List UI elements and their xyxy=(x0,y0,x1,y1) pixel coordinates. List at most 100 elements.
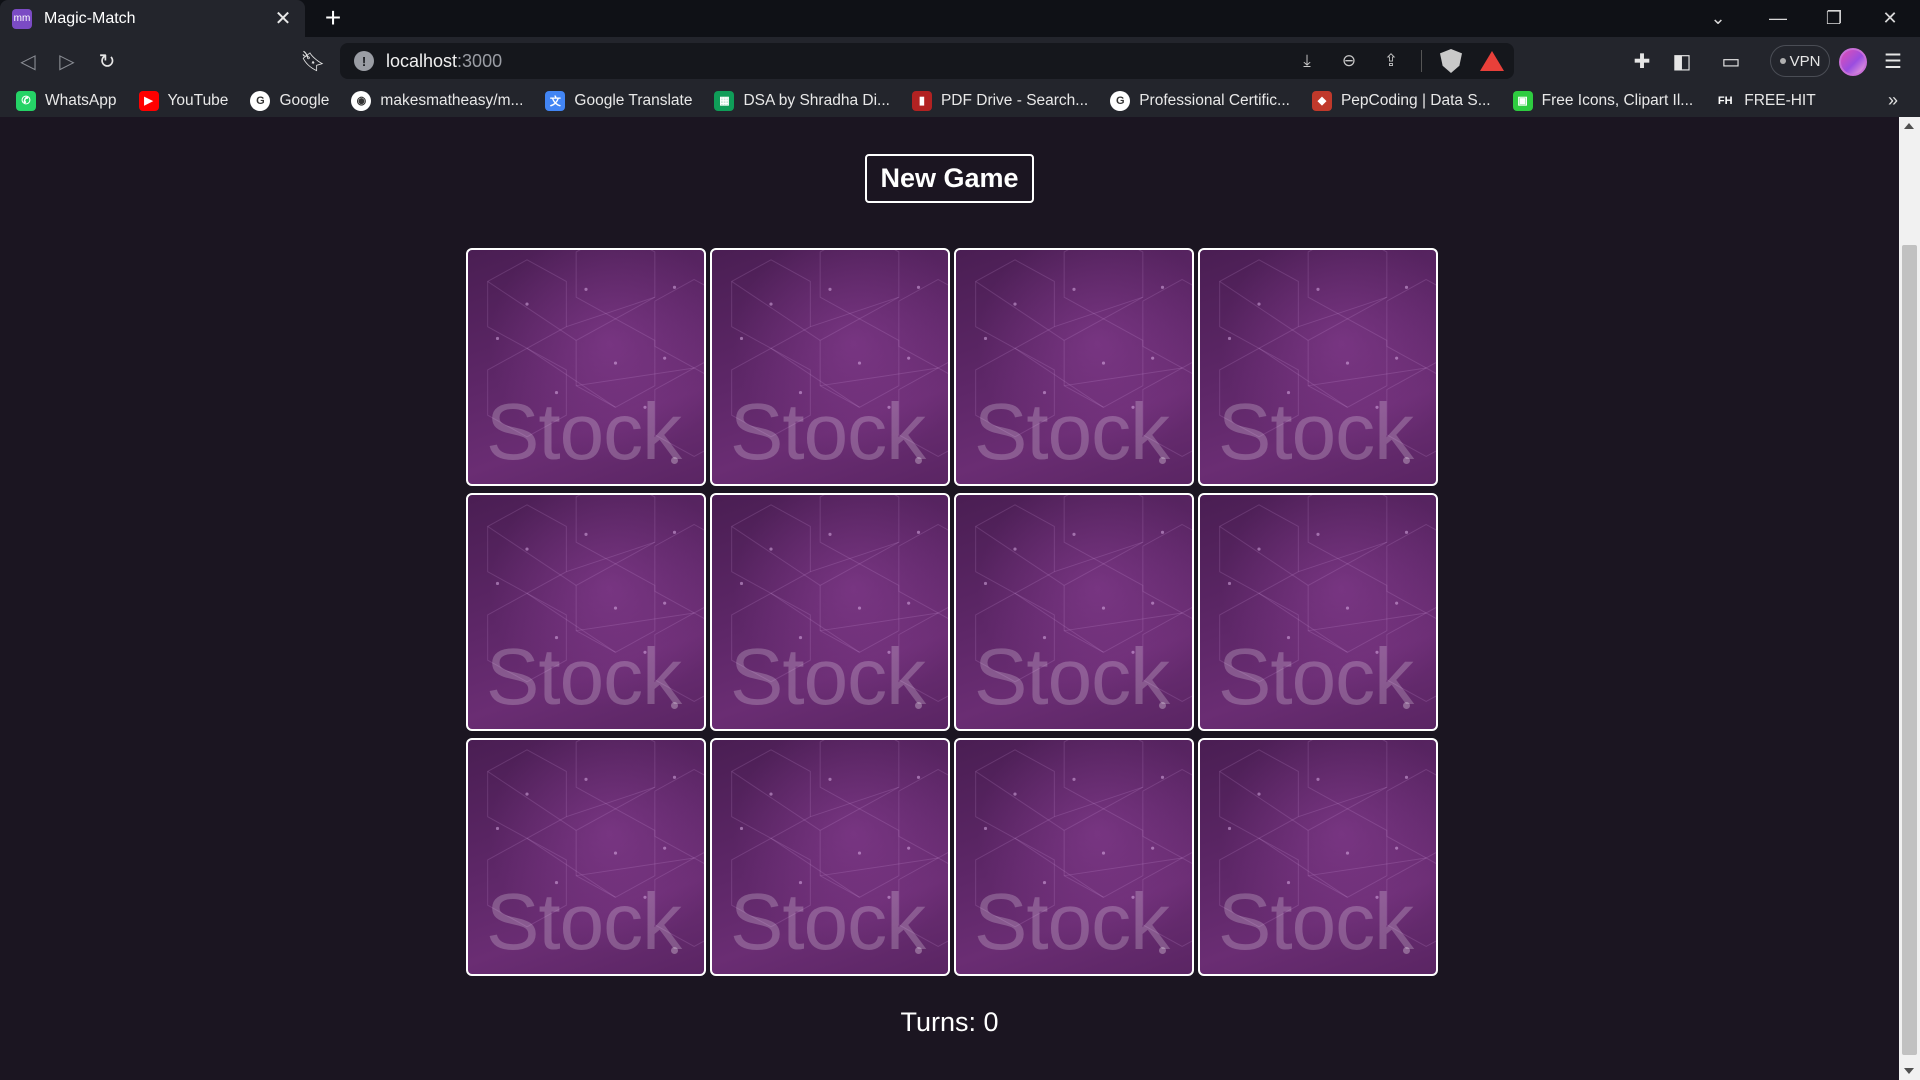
sidebar-icon[interactable]: ◧ xyxy=(1666,45,1698,77)
card-back[interactable]: Stock xyxy=(1198,738,1438,976)
card-back[interactable]: Stock xyxy=(954,493,1194,731)
reload-button[interactable]: ↻ xyxy=(91,45,123,77)
turns-counter: Turns: 0 xyxy=(900,1007,999,1037)
scroll-up-icon[interactable] xyxy=(1904,123,1914,129)
bookmark-item[interactable]: ▦ DSA by Shradha Di... xyxy=(714,84,890,117)
card-back[interactable]: Stock xyxy=(954,248,1194,486)
scroll-down-icon[interactable] xyxy=(1904,1068,1914,1074)
tab-favicon-icon: mm xyxy=(12,8,32,29)
url-port: :3000 xyxy=(457,50,503,71)
bookmark-item[interactable]: FH FREE-HIT xyxy=(1715,84,1816,117)
new-game-button[interactable]: New Game xyxy=(865,154,1034,203)
bookmark-label: WhatsApp xyxy=(45,91,117,109)
zoom-out-icon[interactable]: ⊖ xyxy=(1337,49,1361,73)
vpn-button[interactable]: VPN xyxy=(1770,45,1830,77)
browser-titlebar: mm Magic-Match ✕ + ⌄ — ❐ ✕ xyxy=(0,0,1920,37)
bookmark-label: PDF Drive - Search... xyxy=(940,91,1089,109)
watermark-dot xyxy=(1403,702,1410,709)
bookmarks-bar: ✆ WhatsApp ▶ YouTube G Google ◉ makesmatheasy/m… xyxy=(0,84,1920,117)
google-translate-icon: 文 xyxy=(545,90,566,111)
bookmark-item[interactable]: ▶ YouTube xyxy=(138,84,229,117)
card-back[interactable]: Stock xyxy=(710,738,950,976)
address-bar[interactable]: ! localhost:3000 ⤓ ⊖ ⇪ xyxy=(340,43,1514,79)
card-grid: Stock Stock Stock Stock Stock Stock Stock Stock… xyxy=(466,248,1438,978)
profile-avatar[interactable] xyxy=(1839,48,1867,76)
watermark-dot xyxy=(671,457,678,464)
card-watermark: Stock xyxy=(974,877,1170,966)
minimize-button[interactable]: — xyxy=(1750,0,1806,37)
pepcoding-icon: ◆ xyxy=(1311,90,1332,111)
watermark-dot xyxy=(915,947,922,954)
bookmark-label: FREE-HIT xyxy=(1744,91,1816,109)
bookmark-label: DSA by Shradha Di... xyxy=(743,91,890,109)
watermark-dot xyxy=(1403,947,1410,954)
bookmark-page-icon[interactable]: 🔖︎ xyxy=(297,45,329,77)
tab-magic-match[interactable]: mm Magic-Match ✕ xyxy=(0,0,305,37)
close-tab-icon[interactable]: ✕ xyxy=(273,9,293,29)
more-bookmarks-icon[interactable]: » xyxy=(1888,84,1898,117)
freeicons-icon: ▣ xyxy=(1512,90,1533,111)
bookmark-item[interactable]: ▮ PDF Drive - Search... xyxy=(911,84,1089,117)
watermark-dot xyxy=(671,947,678,954)
scroll-thumb[interactable] xyxy=(1902,245,1917,1055)
watermark-dot xyxy=(1159,702,1166,709)
url-host: localhost xyxy=(386,50,458,71)
bookmark-item[interactable]: ◆ PepCoding | Data S... xyxy=(1311,84,1491,117)
menu-icon[interactable]: ☰ xyxy=(1877,45,1909,77)
brave-shield-icon[interactable] xyxy=(1440,49,1462,73)
google-icon: G xyxy=(250,90,271,111)
url-text[interactable]: localhost:3000 xyxy=(386,51,502,72)
forward-button[interactable]: ▷ xyxy=(51,45,83,77)
google-icon: G xyxy=(1110,90,1131,111)
bookmark-item[interactable]: G Google xyxy=(250,84,329,117)
github-icon: ◉ xyxy=(351,90,372,111)
card-watermark: Stock xyxy=(730,632,926,721)
restore-button[interactable]: ❐ xyxy=(1806,0,1862,37)
card-back[interactable]: Stock xyxy=(466,248,706,486)
page-content: New Game Stock Stock Stock Stock Stock Stock S… xyxy=(0,117,1899,1080)
card-back[interactable]: Stock xyxy=(466,738,706,976)
bookmark-item[interactable]: ◉ makesmatheasy/m... xyxy=(351,84,523,117)
card-back[interactable]: Stock xyxy=(466,493,706,731)
bookmark-label: Google Translate xyxy=(574,91,693,109)
back-button[interactable]: ◁ xyxy=(12,45,44,77)
watermark-dot xyxy=(1159,457,1166,464)
share-icon[interactable]: ⇪ xyxy=(1379,49,1403,73)
bookmark-item[interactable]: 文 Google Translate xyxy=(545,84,692,117)
vpn-status-dot xyxy=(1779,58,1786,64)
install-app-icon[interactable]: ⤓ xyxy=(1295,49,1319,73)
card-back[interactable]: Stock xyxy=(1198,248,1438,486)
card-watermark: Stock xyxy=(486,387,682,476)
watermark-dot xyxy=(671,702,678,709)
card-watermark: Stock xyxy=(486,632,682,721)
page-scrollbar[interactable] xyxy=(1899,117,1920,1080)
tab-search-chevron-icon[interactable]: ⌄ xyxy=(1690,0,1746,37)
sheets-icon: ▦ xyxy=(714,90,735,111)
bookmark-label: YouTube xyxy=(167,91,229,109)
extensions-icon[interactable]: ✚ xyxy=(1626,45,1658,77)
close-window-button[interactable]: ✕ xyxy=(1862,0,1918,37)
new-tab-button[interactable]: + xyxy=(318,4,348,34)
bookmark-item[interactable]: ✆ WhatsApp xyxy=(16,84,117,117)
card-back[interactable]: Stock xyxy=(710,248,950,486)
tab-title: Magic-Match xyxy=(44,9,136,27)
card-back[interactable]: Stock xyxy=(954,738,1194,976)
card-back[interactable]: Stock xyxy=(710,493,950,731)
watermark-dot xyxy=(1159,947,1166,954)
card-watermark: Stock xyxy=(1218,387,1414,476)
bookmark-label: Google xyxy=(279,91,330,109)
card-watermark: Stock xyxy=(730,387,926,476)
bookmark-item[interactable]: G Professional Certific... xyxy=(1110,84,1290,117)
bookmark-label: makesmatheasy/m... xyxy=(380,91,524,109)
whatsapp-icon: ✆ xyxy=(16,90,36,111)
site-info-icon[interactable]: ! xyxy=(354,51,374,71)
card-watermark: Stock xyxy=(974,632,1170,721)
brave-rewards-icon[interactable] xyxy=(1480,51,1504,71)
bookmark-item[interactable]: ▣ Free Icons, Clipart Il... xyxy=(1512,84,1693,117)
card-back[interactable]: Stock xyxy=(1198,493,1438,731)
browser-toolbar: ◁ ▷ ↻ 🔖︎ ! localhost:3000 ⤓ ⊖ ⇪ ✚ ◧ ▭ VP… xyxy=(0,37,1920,84)
divider xyxy=(1421,50,1422,72)
wallet-icon[interactable]: ▭ xyxy=(1715,45,1747,77)
watermark-dot xyxy=(915,702,922,709)
card-watermark: Stock xyxy=(730,877,926,966)
